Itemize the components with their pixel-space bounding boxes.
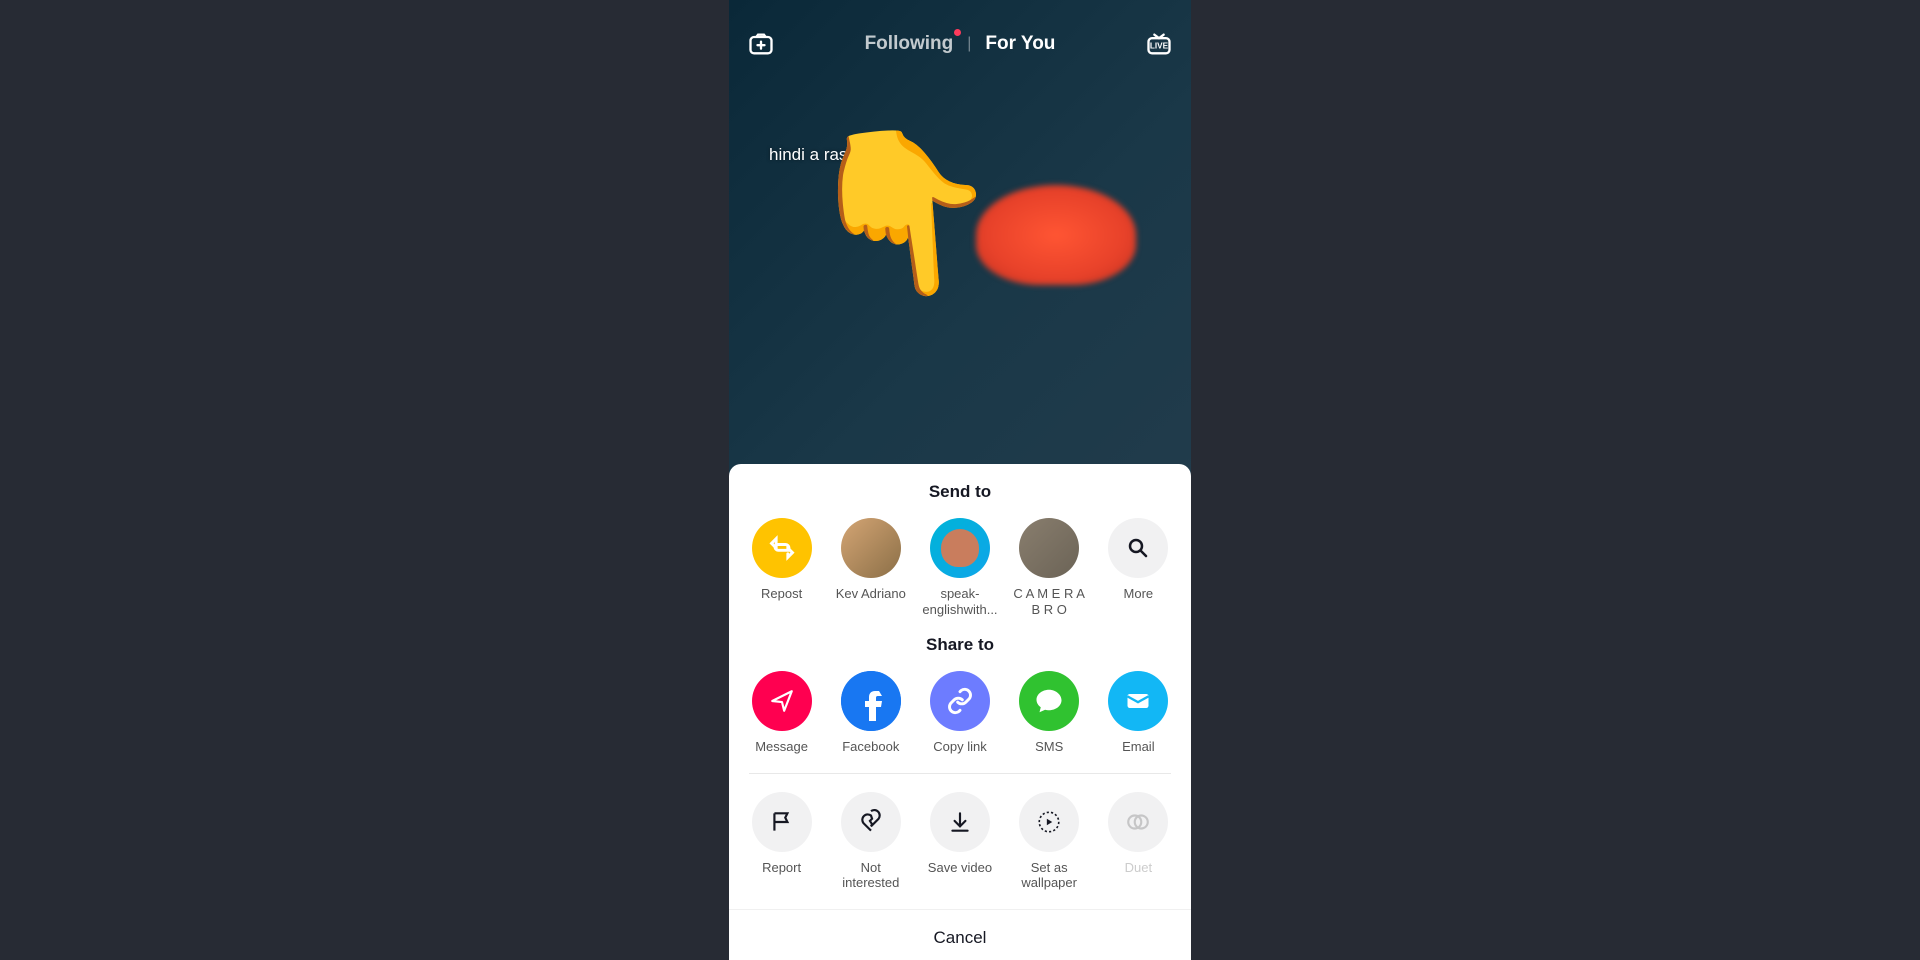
action-label: Save video <box>928 860 992 876</box>
broken-heart-icon <box>841 792 901 852</box>
share-sheet: Send to Repost Kev Adriano speak-english… <box>729 464 1191 960</box>
message-icon <box>752 671 812 731</box>
tab-following-label: Following <box>865 33 954 54</box>
email-icon <box>1108 671 1168 731</box>
sms-icon <box>1019 671 1079 731</box>
share-sms[interactable]: SMS <box>1009 671 1089 755</box>
download-icon <box>930 792 990 852</box>
tab-divider: | <box>967 35 971 53</box>
contact-label: speak-englishwith... <box>920 586 1000 617</box>
share-email[interactable]: Email <box>1098 671 1178 755</box>
link-icon <box>930 671 990 731</box>
cancel-button[interactable]: Cancel <box>729 909 1191 960</box>
notification-dot-icon <box>954 29 961 36</box>
action-duet: Duet <box>1098 792 1178 891</box>
top-nav: Following | For You LIVE <box>729 30 1191 58</box>
share-to-row: Message Facebook Copy link SMS <box>729 671 1191 755</box>
live-icon[interactable]: LIVE <box>1145 30 1173 58</box>
action-label: Report <box>762 860 801 876</box>
facebook-icon <box>841 671 901 731</box>
avatar <box>841 518 901 578</box>
divider <box>749 773 1171 774</box>
action-label: Duet <box>1125 860 1152 876</box>
actions-row: Report Not interested Save video Set as … <box>729 792 1191 891</box>
flag-icon <box>752 792 812 852</box>
send-to-row: Repost Kev Adriano speak-englishwith... … <box>729 518 1191 617</box>
contact-speak-english[interactable]: speak-englishwith... <box>920 518 1000 617</box>
share-label: SMS <box>1035 739 1063 755</box>
action-label: Set as wallpaper <box>1009 860 1089 891</box>
nav-tabs: Following | For You <box>865 33 1056 55</box>
search-icon <box>1108 518 1168 578</box>
action-save-video[interactable]: Save video <box>920 792 1000 891</box>
duet-icon <box>1108 792 1168 852</box>
share-label: Email <box>1122 739 1155 755</box>
avatar <box>1019 518 1079 578</box>
action-label: Not interested <box>831 860 911 891</box>
share-message[interactable]: Message <box>742 671 822 755</box>
pointing-down-hand-icon: 👇 <box>796 112 1011 316</box>
share-copy-link[interactable]: Copy link <box>920 671 1000 755</box>
repost-label: Repost <box>761 586 802 602</box>
tab-for-you[interactable]: For You <box>985 33 1055 55</box>
phone-frame: hindi a ras pt5 5:50 52% Following | For… <box>729 0 1191 960</box>
camera-add-icon[interactable] <box>747 30 775 58</box>
contact-label: C A M E R A B R O <box>1009 586 1089 617</box>
share-label: Copy link <box>933 739 986 755</box>
more-label: More <box>1124 586 1154 602</box>
repost-button[interactable]: Repost <box>742 518 822 617</box>
action-report[interactable]: Report <box>742 792 822 891</box>
contact-camera-bro[interactable]: C A M E R A B R O <box>1009 518 1089 617</box>
action-not-interested[interactable]: Not interested <box>831 792 911 891</box>
more-contacts-button[interactable]: More <box>1098 518 1178 617</box>
share-facebook[interactable]: Facebook <box>831 671 911 755</box>
share-label: Facebook <box>842 739 899 755</box>
share-label: Message <box>755 739 808 755</box>
share-to-title: Share to <box>729 635 1191 655</box>
action-set-wallpaper[interactable]: Set as wallpaper <box>1009 792 1089 891</box>
repost-icon <box>752 518 812 578</box>
contact-label: Kev Adriano <box>836 586 906 602</box>
wallpaper-icon <box>1019 792 1079 852</box>
svg-text:LIVE: LIVE <box>1150 42 1169 51</box>
tab-following[interactable]: Following <box>865 33 954 55</box>
avatar <box>930 518 990 578</box>
send-to-title: Send to <box>729 482 1191 502</box>
contact-kev-adriano[interactable]: Kev Adriano <box>831 518 911 617</box>
